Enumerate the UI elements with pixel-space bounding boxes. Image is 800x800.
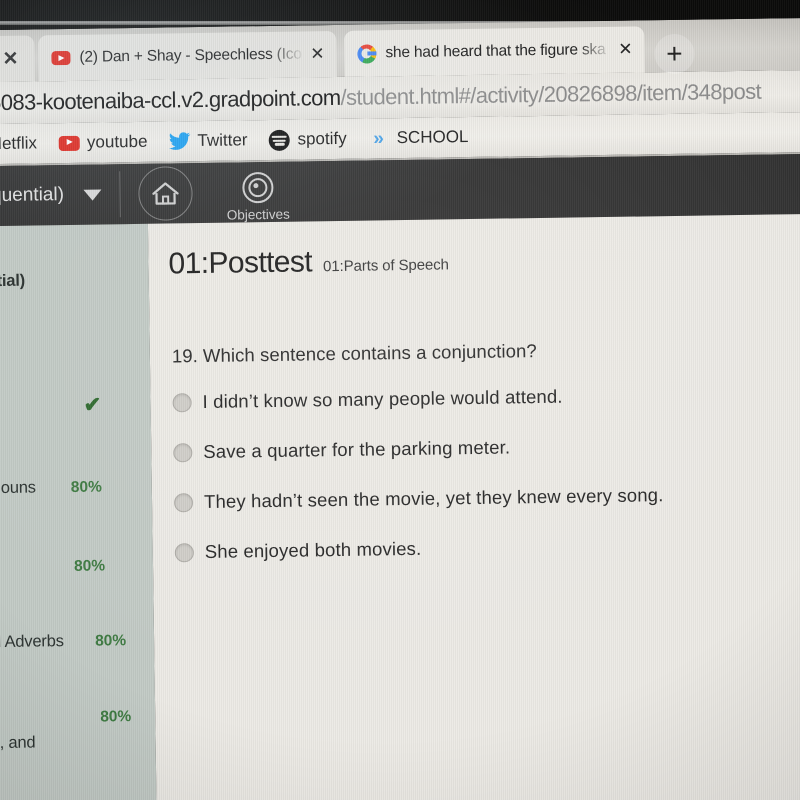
url-path: /student.html#/activity/20826898/item/34… [340, 78, 762, 110]
close-icon[interactable]: ✕ [304, 44, 330, 64]
answer-option-label: Save a quarter for the parking meter. [203, 436, 511, 462]
completed-check-icon: ✔ [83, 393, 102, 417]
answer-option[interactable]: She enjoyed both movies. [174, 531, 775, 566]
assessment-subtitle: 01:Parts of Speech [322, 256, 449, 276]
assessment-content: 01:Posttest 01:Parts of Speech 19. Which … [147, 213, 800, 800]
app-body: e ential) h ✔ onouns 80% 80% nd Adverbs … [0, 213, 800, 800]
home-icon [152, 181, 180, 205]
url-host: 6083-kootenaiba-ccl.v2.gradpoint.com [0, 84, 341, 116]
bookmark-school[interactable]: » SCHOOL [367, 126, 468, 149]
answer-option-label: She enjoyed both movies. [204, 537, 422, 562]
answer-option-label: They hadn’t seen the movie, yet they kne… [203, 484, 664, 512]
assessment-title: 01:Posttest [168, 245, 313, 281]
new-tab-button[interactable]: + [654, 33, 695, 75]
close-icon[interactable]: ✕ [612, 39, 638, 59]
url-text[interactable]: 6083-kootenaiba-ccl.v2.gradpoint.com/stu… [0, 79, 761, 116]
bookmark-twitter[interactable]: Twitter [168, 129, 248, 152]
bookmark-label: Twitter [197, 130, 248, 151]
objectives-label: Objectives [226, 206, 290, 223]
radio-button[interactable] [173, 442, 193, 462]
answer-option[interactable]: Save a quarter for the parking meter. [173, 431, 773, 466]
bookmark-label: spotify [297, 128, 347, 149]
screen-photograph: ✕ (2) Dan + Shay - Speechless (Ico ✕ she… [0, 0, 800, 800]
sidebar-score: 80% [70, 478, 102, 496]
home-button[interactable] [138, 166, 194, 221]
sidebar-item-label[interactable]: nd Adverbs [0, 632, 64, 652]
bookmark-label: youtube [86, 131, 148, 152]
course-outline-sidebar: e ential) h ✔ onouns 80% 80% nd Adverbs … [0, 223, 158, 800]
answer-options-list: I didn’t know so many people would atten… [172, 381, 775, 590]
sidebar-score: 80% [73, 557, 106, 575]
spotify-icon [268, 129, 291, 151]
question-text: Which sentence contains a conjunction? [202, 340, 537, 366]
answer-option-label: I didn’t know so many people would atten… [202, 385, 563, 412]
sidebar-score: 80% [94, 632, 127, 650]
bookmark-netflix[interactable]: Netflix [0, 133, 37, 154]
radio-button[interactable] [173, 492, 194, 512]
sidebar-item-label[interactable]: ns, and [0, 734, 36, 754]
sidebar-score: 80% [100, 708, 132, 726]
bookmark-label: SCHOOL [396, 127, 469, 148]
course-selector-label[interactable]: equential) [0, 184, 64, 207]
google-icon [356, 43, 377, 64]
radio-button[interactable] [174, 542, 194, 562]
toolbar-divider [119, 171, 122, 218]
bookmark-youtube[interactable]: youtube [58, 131, 148, 154]
double-chevron-icon: » [373, 127, 385, 149]
youtube-icon [50, 48, 71, 68]
objectives-button[interactable]: Objectives [215, 171, 302, 223]
browser-window: ✕ (2) Dan + Shay - Speechless (Ico ✕ she… [0, 17, 800, 800]
bookmark-label: Netflix [0, 133, 38, 154]
answer-option[interactable]: I didn’t know so many people would atten… [172, 381, 772, 416]
browser-tab-strip: ✕ (2) Dan + Shay - Speechless (Ico ✕ she… [0, 17, 800, 83]
radio-button[interactable] [172, 392, 192, 412]
sidebar-item-label[interactable]: s, [0, 708, 1, 727]
browser-tab-google-search[interactable]: she had heard that the figure ska ✕ [344, 26, 645, 77]
sidebar-item-label[interactable]: ential) [0, 272, 25, 292]
page-title: 01:Posttest 01:Parts of Speech [168, 243, 449, 281]
target-icon [242, 171, 274, 204]
twitter-bird-icon [168, 130, 191, 152]
answer-option[interactable]: They hadn’t seen the movie, yet they kne… [173, 481, 774, 516]
tab-partial-offscreen[interactable]: ✕ [0, 35, 35, 83]
bookmark-spotify[interactable]: spotify [268, 128, 347, 151]
tab-title: (2) Dan + Shay - Speechless (Ico [79, 45, 302, 66]
sidebar-item-label[interactable]: onouns [0, 478, 36, 498]
question-prompt: 19. Which sentence contains a conjunction… [172, 340, 537, 367]
tab-title: she had heard that the figure ska [385, 40, 606, 62]
plus-icon: + [666, 37, 683, 70]
browser-tab-youtube[interactable]: (2) Dan + Shay - Speechless (Ico ✕ [38, 30, 337, 82]
youtube-icon [58, 132, 80, 154]
question-number: 19. [171, 345, 199, 367]
close-icon[interactable]: ✕ [2, 48, 18, 69]
chevron-down-icon[interactable] [83, 188, 103, 201]
